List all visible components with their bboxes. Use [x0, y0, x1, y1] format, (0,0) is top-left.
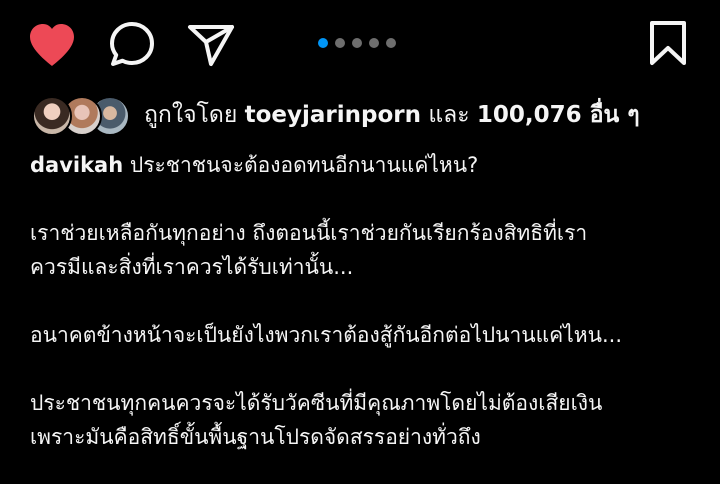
likes-count-link[interactable]: 100,076 อื่น ๆ — [477, 102, 640, 128]
carousel-dot — [369, 38, 379, 48]
caption-text: เราช่วยเหลือกันทุกอย่าง ถึงตอนนี้เราช่วย… — [30, 221, 588, 245]
likes-summary: ถูกใจโดย toeyjarinporn และ 100,076 อื่น … — [144, 101, 640, 128]
carousel-indicator — [318, 36, 396, 50]
paper-plane-icon[interactable] — [186, 20, 236, 68]
liker-avatars[interactable] — [32, 96, 132, 136]
post-action-bar — [0, 0, 720, 90]
caption-text: เพราะมันคือสิทธิ์ขั้นพื้นฐานโปรดจัดสรรอย… — [30, 425, 481, 449]
avatar[interactable] — [32, 96, 72, 136]
comment-bubble-icon[interactable] — [108, 20, 156, 68]
caption-text: ประชาชนทุกคนควรจะได้รับวัคซีนที่มีคุณภาพ… — [30, 391, 603, 415]
caption-text: อนาคตข้างหน้าจะเป็นยังไงพวกเราต้องสู้กัน… — [30, 323, 622, 347]
caption-text: ประชาชนจะต้องอดทนอีกนานแค่ไหน? — [129, 153, 479, 177]
likes-count: 100,076 — [476, 101, 582, 128]
liker-username-link[interactable]: toeyjarinporn — [245, 102, 421, 128]
carousel-dot — [335, 38, 345, 48]
caption-text: ควรมีและสิ่งที่เราควรได้รับเท่านั้น... — [30, 255, 354, 279]
carousel-dot — [386, 38, 396, 48]
bookmark-icon[interactable] — [648, 20, 688, 66]
heart-filled-icon[interactable] — [26, 22, 78, 68]
likes-connector: และ — [428, 101, 470, 128]
likes-row[interactable]: ถูกใจโดย toeyjarinporn และ 100,076 อื่น … — [32, 94, 640, 136]
likes-suffix: อื่น ๆ — [589, 101, 640, 128]
post-caption: davikah ประชาชนจะต้องอดทนอีกนานแค่ไหน? เ… — [30, 148, 700, 454]
caption-first-line: davikah ประชาชนจะต้องอดทนอีกนานแค่ไหน? — [30, 148, 700, 182]
likes-prefix: ถูกใจโดย — [144, 101, 238, 128]
carousel-dot-active — [318, 38, 328, 48]
caption-username-link[interactable]: davikah — [30, 153, 123, 177]
carousel-dot — [352, 38, 362, 48]
